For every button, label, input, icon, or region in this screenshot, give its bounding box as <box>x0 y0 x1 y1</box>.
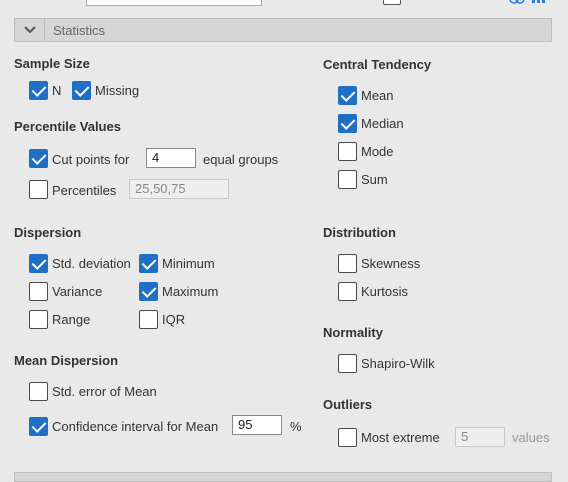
outliers-heading: Outliers <box>323 397 373 412</box>
sum-label: Sum <box>361 172 388 187</box>
std-deviation-label: Std. deviation <box>52 256 131 271</box>
std-error-checkbox[interactable] <box>29 382 48 401</box>
iqr-checkbox[interactable] <box>139 310 158 329</box>
std-error-label: Std. error of Mean <box>52 384 157 399</box>
variance-checkbox[interactable] <box>29 282 48 301</box>
percentiles-checkbox[interactable] <box>29 180 48 199</box>
confidence-interval-label: Confidence interval for Mean <box>52 419 219 434</box>
mean-dispersion-heading: Mean Dispersion <box>14 353 119 368</box>
variance-label: Variance <box>52 284 103 299</box>
mean-label: Mean <box>361 88 394 103</box>
mode-checkbox[interactable] <box>338 142 357 161</box>
partial-toolbar-icons <box>509 0 545 4</box>
normality-heading: Normality <box>323 325 383 340</box>
shapiro-wilk-label: Shapiro-Wilk <box>361 356 435 371</box>
range-label: Range <box>52 312 91 327</box>
kurtosis-checkbox[interactable] <box>338 282 357 301</box>
mode-label: Mode <box>361 144 394 159</box>
most-extreme-checkbox[interactable] <box>338 428 357 447</box>
percentile-values-heading: Percentile Values <box>14 119 121 134</box>
mean-checkbox[interactable] <box>338 86 357 105</box>
range-checkbox[interactable] <box>29 310 48 329</box>
maximum-label: Maximum <box>162 284 219 299</box>
std-deviation-checkbox[interactable] <box>29 254 48 273</box>
sample-size-heading: Sample Size <box>14 56 90 71</box>
median-checkbox[interactable] <box>338 114 357 133</box>
percentiles-label: Percentiles <box>52 183 117 198</box>
iqr-label: IQR <box>162 312 186 327</box>
kurtosis-label: Kurtosis <box>361 284 408 299</box>
cut-points-checkbox[interactable] <box>29 149 48 168</box>
skewness-label: Skewness <box>361 256 421 271</box>
n-label: N <box>52 83 62 98</box>
minimum-checkbox[interactable] <box>139 254 158 273</box>
cut-points-input[interactable]: 4 <box>146 148 196 168</box>
median-label: Median <box>361 116 404 131</box>
minimum-label: Minimum <box>162 256 215 271</box>
chevron-down-icon[interactable] <box>15 19 45 41</box>
confidence-interval-checkbox[interactable] <box>29 417 48 436</box>
partial-checkbox[interactable] <box>383 0 401 5</box>
sum-checkbox[interactable] <box>338 170 357 189</box>
n-checkbox[interactable] <box>29 81 48 100</box>
most-extreme-input[interactable]: 5 <box>455 427 505 447</box>
section-title: Statistics <box>53 22 106 38</box>
missing-checkbox[interactable] <box>72 81 91 100</box>
next-section-header[interactable] <box>14 472 552 482</box>
missing-label: Missing <box>95 83 140 98</box>
dispersion-heading: Dispersion <box>14 225 82 240</box>
distribution-heading: Distribution <box>323 225 396 240</box>
percent-unit: % <box>290 419 302 434</box>
shapiro-wilk-checkbox[interactable] <box>338 354 357 373</box>
percentiles-input[interactable]: 25,50,75 <box>129 179 229 199</box>
equal-groups-label: equal groups <box>203 152 279 167</box>
central-tendency-heading: Central Tendency <box>323 57 432 72</box>
partial-text-field[interactable] <box>86 0 262 6</box>
cut-points-label: Cut points for <box>52 152 130 167</box>
confidence-interval-input[interactable]: 95 <box>232 415 282 435</box>
maximum-checkbox[interactable] <box>139 282 158 301</box>
skewness-checkbox[interactable] <box>338 254 357 273</box>
values-unit: values <box>512 430 550 445</box>
most-extreme-label: Most extreme <box>361 430 440 445</box>
top-strip <box>0 0 568 10</box>
statistics-section-header[interactable]: Statistics <box>14 18 552 42</box>
